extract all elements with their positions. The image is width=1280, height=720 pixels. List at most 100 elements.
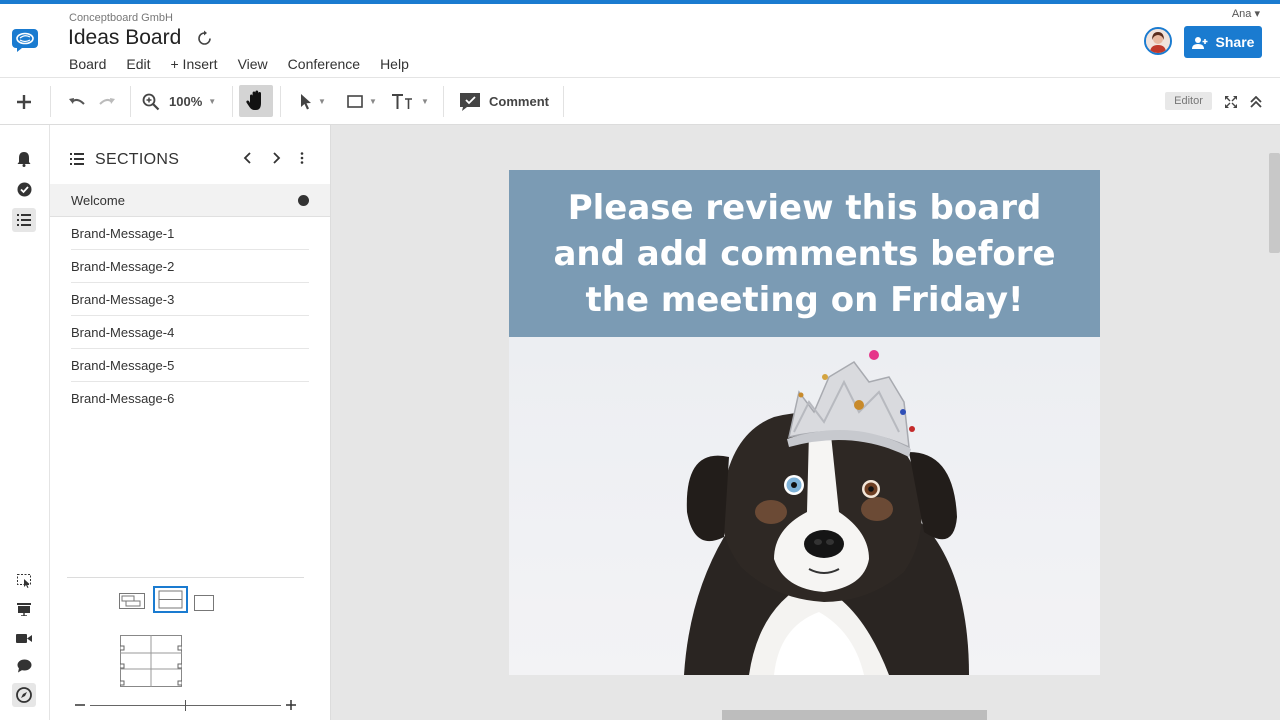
section-label: Brand-Message-4 <box>71 324 175 340</box>
fullscreen-icon <box>1225 95 1237 108</box>
redo-button[interactable] <box>96 78 118 125</box>
undo-button[interactable] <box>66 78 88 125</box>
check-circle-icon <box>17 182 31 196</box>
mode-badge: Editor <box>1165 92 1212 110</box>
user-menu[interactable]: Ana ▾ <box>1232 7 1260 20</box>
active-section-dot <box>298 195 309 206</box>
navigator-button[interactable] <box>12 683 36 707</box>
next-frame-preview[interactable] <box>722 710 987 720</box>
vertical-scrollbar[interactable] <box>1269 153 1280 253</box>
toolbar-divider <box>232 86 233 117</box>
menu-board[interactable]: Board <box>69 56 106 72</box>
section-item-brand-message-6[interactable]: Brand-Message-6 <box>71 382 309 415</box>
sections-list: Welcome Brand-Message-1 Brand-Message-2 … <box>50 184 330 415</box>
comment-icon <box>460 92 481 111</box>
chevron-left-icon[interactable] <box>242 151 254 165</box>
zoom-slider-handle[interactable] <box>185 700 186 711</box>
rectangle-icon <box>347 95 363 108</box>
list-view-option-icon[interactable] <box>118 591 146 611</box>
menu-edit[interactable]: Edit <box>126 56 150 72</box>
toolbar-divider <box>50 86 51 117</box>
list-icon <box>17 214 31 226</box>
app-header: Conceptboard GmbH Ideas Board Board Edit… <box>0 4 1280 78</box>
presentation-button[interactable] <box>12 597 36 621</box>
section-item-brand-message-5[interactable]: Brand-Message-5 <box>71 349 309 382</box>
plus-icon[interactable] <box>285 699 297 711</box>
section-item-brand-message-2[interactable]: Brand-Message-2 <box>71 250 309 283</box>
collapse-toolbar-button[interactable] <box>1247 78 1265 125</box>
select-area-button[interactable] <box>12 569 36 593</box>
double-chevron-up-icon <box>1250 95 1262 108</box>
list-icon <box>70 153 84 165</box>
zoom-slider[interactable] <box>90 700 281 711</box>
tasks-button[interactable] <box>12 177 36 201</box>
chevron-right-icon[interactable] <box>270 151 282 165</box>
menu-help[interactable]: Help <box>380 56 409 72</box>
banner-text[interactable]: Please review this board and add comment… <box>509 170 1100 337</box>
select-tool-button[interactable]: ▼ <box>296 78 330 125</box>
sync-icon[interactable] <box>196 30 213 47</box>
bell-icon <box>17 152 31 167</box>
toolbar: 100% ▼ ▼ ▼ ▼ Comment Editor <box>0 78 1280 125</box>
board-title[interactable]: Ideas Board <box>68 26 181 50</box>
section-item-brand-message-1[interactable]: Brand-Message-1 <box>71 217 309 250</box>
hand-tool-button[interactable] <box>239 85 273 117</box>
zoom-in-icon <box>142 93 160 110</box>
chevron-down-icon: ▼ <box>208 97 217 106</box>
text-tool-button[interactable]: ▼ <box>390 78 430 125</box>
chevron-down-icon: ▼ <box>421 97 429 106</box>
board-canvas[interactable]: Please review this board and add comment… <box>331 125 1280 720</box>
blank-view-option-icon[interactable] <box>193 594 215 612</box>
presentation-icon <box>17 603 31 616</box>
redo-icon <box>99 97 115 105</box>
hand-icon <box>246 90 261 110</box>
share-button[interactable]: Share <box>1184 26 1262 58</box>
conceptboard-logo-icon[interactable] <box>11 28 39 52</box>
company-name: Conceptboard GmbH <box>69 12 173 24</box>
section-item-welcome[interactable]: Welcome <box>50 184 330 217</box>
frame-view-option-icon[interactable] <box>153 586 188 613</box>
section-item-brand-message-3[interactable]: Brand-Message-3 <box>71 283 309 316</box>
chat-icon <box>17 659 31 673</box>
section-item-brand-message-4[interactable]: Brand-Message-4 <box>71 316 309 349</box>
toolbar-divider <box>443 86 444 117</box>
more-vertical-icon[interactable] <box>298 151 306 165</box>
panel-divider <box>67 577 304 578</box>
zoom-value: 100% <box>169 94 203 109</box>
video-conference-button[interactable] <box>12 626 36 650</box>
dog-photo[interactable] <box>509 337 1100 675</box>
shape-tool-button[interactable]: ▼ <box>344 78 380 125</box>
fullscreen-button[interactable] <box>1222 78 1240 125</box>
minimap[interactable] <box>120 635 182 687</box>
minus-icon[interactable] <box>74 699 86 711</box>
zoom-control[interactable]: 100% ▼ <box>142 78 230 125</box>
menu-bar: Board Edit + Insert View Conference Help <box>69 56 429 72</box>
section-label: Brand-Message-1 <box>71 225 175 241</box>
comment-label: Comment <box>489 94 549 109</box>
notifications-button[interactable] <box>12 147 36 171</box>
compass-icon <box>16 687 32 703</box>
sections-button[interactable] <box>12 208 36 232</box>
comment-button[interactable]: Comment <box>458 78 550 125</box>
section-label: Brand-Message-2 <box>71 258 175 274</box>
section-label: Welcome <box>71 192 125 208</box>
section-label: Brand-Message-5 <box>71 357 175 373</box>
toolbar-divider <box>563 86 564 117</box>
toolbar-divider <box>130 86 131 117</box>
left-rail <box>0 125 50 720</box>
select-area-icon <box>17 574 31 588</box>
welcome-frame[interactable]: Please review this board and add comment… <box>509 170 1100 675</box>
chevron-down-icon: ▼ <box>318 97 326 106</box>
section-label: Brand-Message-6 <box>71 391 175 406</box>
menu-insert[interactable]: + Insert <box>170 56 217 72</box>
avatar[interactable] <box>1144 27 1172 55</box>
cursor-arrow-icon <box>301 93 312 109</box>
chevron-down-icon: ▼ <box>369 97 377 106</box>
add-button[interactable] <box>12 78 36 125</box>
menu-conference[interactable]: Conference <box>288 56 360 72</box>
share-label: Share <box>1215 34 1255 50</box>
video-icon <box>16 633 32 643</box>
menu-view[interactable]: View <box>238 56 268 72</box>
chat-button[interactable] <box>12 654 36 678</box>
undo-icon <box>69 97 85 105</box>
